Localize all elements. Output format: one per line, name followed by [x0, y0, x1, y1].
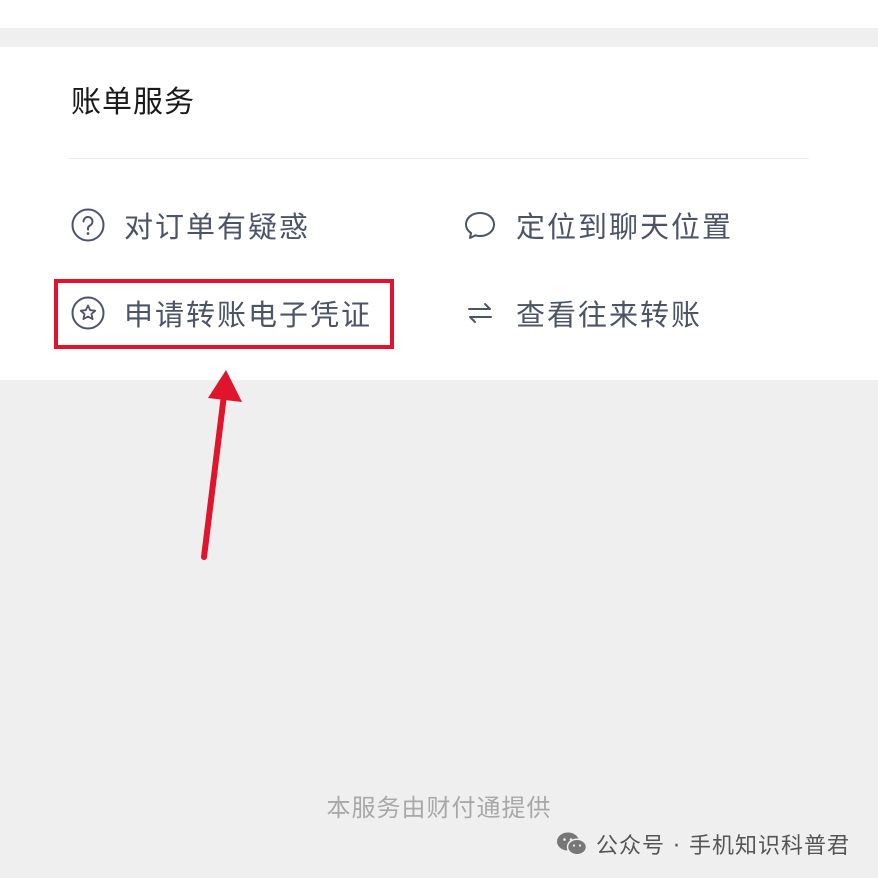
provider-footer: 本服务由财付通提供 — [326, 794, 552, 822]
bill-services-card: 账单服务 对订单有疑惑 定位到聊天位置 申请转账电子凭证 查看往来转账 — [0, 47, 878, 380]
order-dispute-button[interactable]: 对订单有疑惑 — [70, 203, 310, 247]
question-circle-icon — [70, 207, 106, 243]
top-strip — [0, 0, 878, 28]
chat-bubble-icon — [462, 207, 498, 243]
view-transfer-history-button[interactable]: 查看往来转账 — [462, 291, 702, 335]
bill-services-title: 账单服务 — [71, 85, 195, 120]
view-transfer-history-label: 查看往来转账 — [516, 298, 703, 332]
wechat-logo-icon — [557, 832, 588, 856]
locate-chat-button[interactable]: 定位到聊天位置 — [462, 203, 733, 247]
star-circle-icon — [70, 295, 106, 331]
request-transfer-voucher-button[interactable]: 申请转账电子凭证 — [70, 291, 372, 335]
order-dispute-label: 对订单有疑惑 — [124, 210, 311, 244]
watermark: 公众号 · 手机知识科普君 — [556, 828, 850, 860]
request-transfer-voucher-label: 申请转账电子凭证 — [124, 298, 373, 332]
transfer-arrows-icon — [462, 295, 498, 331]
watermark-text: 公众号 · 手机知识科普君 — [596, 834, 850, 859]
locate-chat-label: 定位到聊天位置 — [516, 210, 734, 244]
divider — [68, 158, 809, 159]
